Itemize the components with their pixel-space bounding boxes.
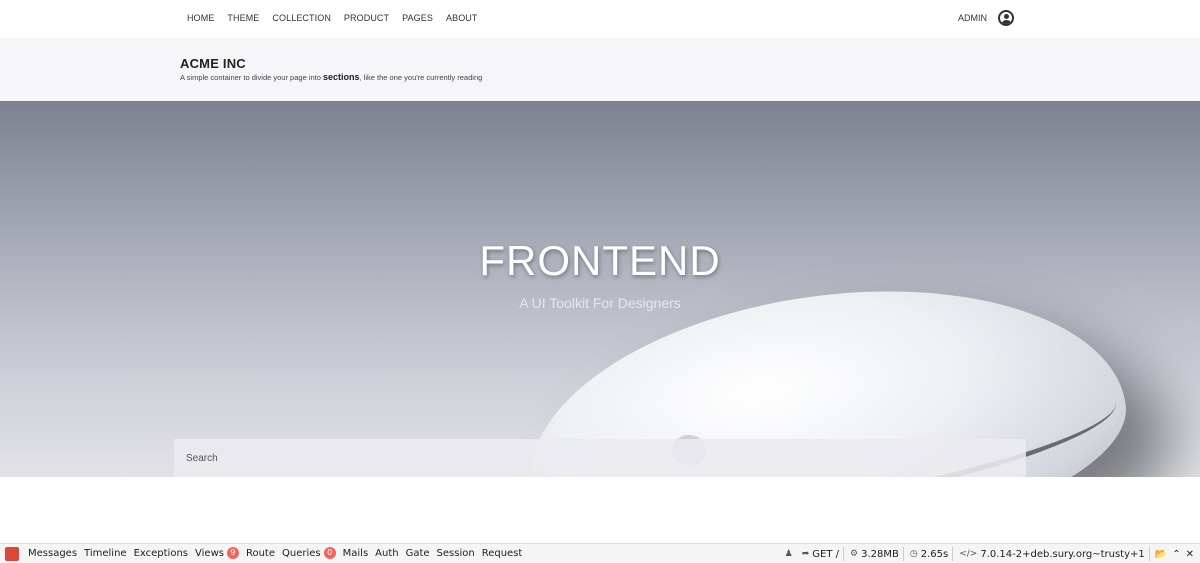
nav-pages[interactable]: PAGES — [402, 13, 433, 23]
tab-queries[interactable]: Queries 0 — [282, 547, 336, 559]
debug-stats: ♟ ➦ GET / ⚙ 3.28MB ◷ 2.65s </> 7.0.14-2+deb.… — [779, 547, 1194, 561]
nav-theme[interactable]: THEME — [227, 13, 259, 23]
clock-icon: ◷ — [909, 549, 918, 559]
section-header: ACME INC A simple container to divide yo… — [0, 38, 1200, 101]
debug-bar: Messages Timeline Exceptions Views 9 Rout… — [0, 543, 1200, 563]
tab-session[interactable]: Session — [437, 547, 475, 559]
folder-open-icon[interactable]: 📂 — [1155, 549, 1167, 560]
section-title: ACME INC — [180, 56, 246, 71]
main-menu: HOME THEME COLLECTION PRODUCT PAGES ABOU… — [187, 13, 491, 23]
tab-messages[interactable]: Messages — [28, 547, 77, 559]
tab-auth[interactable]: Auth — [375, 547, 398, 559]
queries-count-badge: 0 — [323, 547, 336, 559]
nav-about[interactable]: ABOUT — [446, 13, 478, 23]
chevron-up-icon[interactable]: ⌃ — [1172, 549, 1180, 560]
php-version[interactable]: </> 7.0.14-2+deb.sury.org~trusty+1 — [959, 549, 1145, 560]
tab-mails[interactable]: Mails — [343, 547, 369, 559]
cogs-icon: ⚙ — [850, 549, 859, 559]
views-count-badge: 9 — [226, 547, 239, 559]
tab-views[interactable]: Views 9 — [195, 547, 239, 559]
tab-route[interactable]: Route — [246, 547, 275, 559]
request-duration[interactable]: ◷ 2.65s — [910, 549, 948, 560]
search-input[interactable] — [174, 439, 1026, 477]
code-icon: </> — [959, 549, 978, 559]
user-stat[interactable]: ♟ — [785, 549, 796, 559]
nav-product[interactable]: PRODUCT — [344, 13, 389, 23]
top-navbar: HOME THEME COLLECTION PRODUCT PAGES ABOU… — [0, 0, 1200, 38]
user-circle-icon[interactable] — [998, 10, 1014, 26]
close-icon[interactable]: ✕ — [1186, 549, 1194, 560]
tab-timeline[interactable]: Timeline — [84, 547, 127, 559]
tab-request[interactable]: Request — [482, 547, 523, 559]
admin-link[interactable]: ADMIN — [958, 13, 987, 23]
section-subtitle: A simple container to divide your page i… — [180, 72, 483, 82]
main-content — [0, 477, 1200, 544]
request-method[interactable]: ➦ GET / — [802, 549, 839, 560]
debug-tabs: Messages Timeline Exceptions Views 9 Rout… — [28, 547, 529, 559]
nav-collection[interactable]: COLLECTION — [272, 13, 331, 23]
memory-usage[interactable]: ⚙ 3.28MB — [850, 549, 899, 560]
nav-home[interactable]: HOME — [187, 13, 214, 23]
user-icon: ♟ — [784, 549, 793, 559]
hero-headline: FRONTEND — [479, 237, 721, 284]
laravel-logo-icon[interactable] — [5, 547, 19, 561]
hero-banner: FRONTEND A UI Toolkit For Designers — [0, 101, 1200, 477]
tab-exceptions[interactable]: Exceptions — [134, 547, 188, 559]
share-icon: ➦ — [801, 549, 810, 559]
tab-gate[interactable]: Gate — [406, 547, 430, 559]
hero-tagline: A UI Toolkit For Designers — [519, 295, 681, 311]
